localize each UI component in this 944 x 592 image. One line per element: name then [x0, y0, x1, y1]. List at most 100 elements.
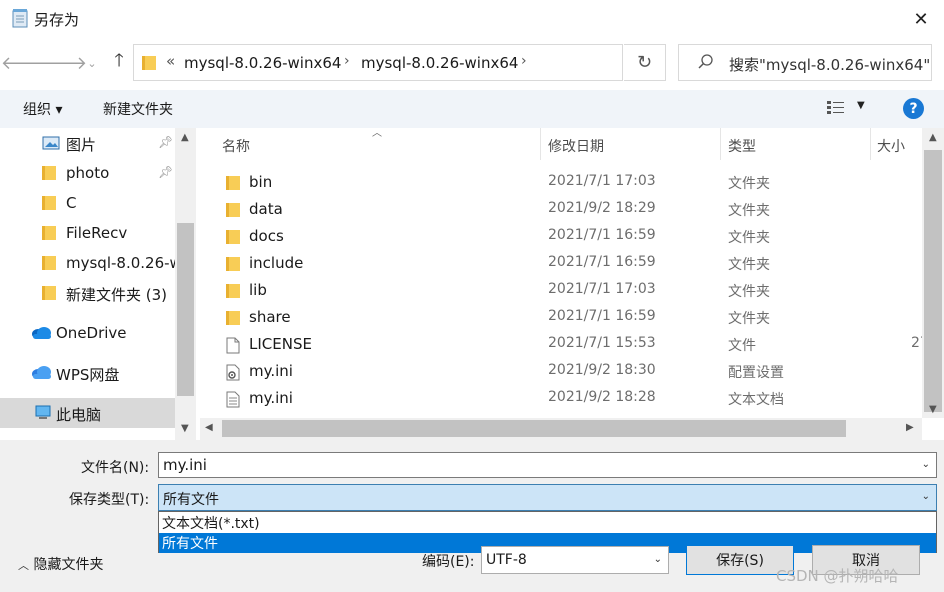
back-button[interactable]: 🡐	[1, 50, 49, 76]
nav-item-photo[interactable]: photo 📌︎	[0, 158, 175, 188]
file-name: LICENSE	[249, 335, 312, 353]
file-name: my.ini	[249, 389, 293, 407]
nav-item-label: mysql-8.0.26-winx64	[66, 254, 175, 272]
column-divider[interactable]	[720, 128, 721, 160]
nav-item-new-folder-3[interactable]: 新建文件夹 (3)	[0, 278, 175, 308]
filename-input[interactable]: my.ini ⌄	[158, 452, 937, 478]
filetype-option-txt[interactable]: 文本文档(*.txt)	[159, 513, 936, 533]
sort-ascending-icon: ︿	[372, 128, 382, 139]
horizontal-scrollbar-thumb[interactable]	[222, 420, 846, 437]
hide-folders-toggle[interactable]: ︿ 隐藏文件夹	[18, 554, 103, 574]
column-divider[interactable]	[870, 128, 871, 160]
nav-item-mysql[interactable]: mysql-8.0.26-winx64	[0, 248, 175, 278]
title-bar	[0, 0, 944, 38]
wps-cloud-icon	[32, 366, 51, 379]
folder-icon	[142, 56, 156, 70]
column-header-name[interactable]: 名称	[222, 136, 250, 156]
nav-item-filerecv[interactable]: FileRecv	[0, 218, 175, 248]
file-row[interactable]: my.ini 2021/9/2 18:30 配置设置	[222, 358, 922, 385]
nav-item-label: photo	[66, 164, 110, 182]
column-divider[interactable]	[540, 128, 541, 160]
file-row[interactable]: my.ini 2021/9/2 18:28 文本文档	[222, 385, 922, 412]
file-row[interactable]: share 2021/7/1 16:59 文件夹	[222, 304, 922, 331]
folder-icon	[226, 284, 240, 298]
scroll-left-icon[interactable]: ◀	[205, 422, 213, 433]
up-button[interactable]: 🡑	[104, 50, 134, 76]
new-folder-button[interactable]: 新建文件夹	[103, 99, 173, 119]
filetype-select[interactable]: 所有文件 ⌄	[158, 484, 937, 511]
text-file-icon	[226, 391, 240, 408]
notepad-icon	[12, 9, 28, 28]
folder-icon	[226, 176, 240, 190]
file-row[interactable]: lib 2021/7/1 17:03 文件夹	[222, 277, 922, 304]
file-row[interactable]: bin 2021/7/1 17:03 文件夹	[222, 169, 922, 196]
file-type: 文件夹	[728, 203, 770, 219]
scroll-up-icon[interactable]: ▲	[929, 132, 937, 143]
forward-button[interactable]: 🡒	[39, 50, 87, 76]
nav-item-label: FileRecv	[66, 224, 128, 242]
file-date: 2021/7/1 17:03	[548, 173, 656, 189]
organize-button[interactable]: 组织 ▾	[23, 99, 62, 119]
column-header-date[interactable]: 修改日期	[548, 136, 604, 156]
file-date: 2021/7/1 16:59	[548, 308, 656, 324]
nav-item-this-pc[interactable]: 此电脑	[0, 398, 175, 428]
column-header-type[interactable]: 类型	[728, 136, 756, 156]
folder-icon	[42, 256, 56, 270]
nav-item-label: WPS网盘	[56, 366, 120, 384]
pin-icon: 📌︎	[158, 135, 174, 149]
watermark-text: CSDN @扑朔哈哈	[776, 567, 899, 585]
nav-item-pictures[interactable]: 图片 📌︎	[0, 128, 175, 158]
refresh-icon: ↻	[636, 52, 653, 73]
nav-item-onedrive[interactable]: OneDrive	[0, 318, 175, 348]
caret-down-icon[interactable]: ▼	[857, 100, 865, 111]
encoding-label: 编码(E):	[422, 554, 475, 570]
file-row[interactable]: include 2021/7/1 16:59 文件夹	[222, 250, 922, 277]
scroll-down-icon[interactable]: ▼	[929, 404, 937, 415]
breadcrumb-item[interactable]: mysql-8.0.26-winx64	[361, 54, 518, 72]
refresh-button[interactable]: ↻	[624, 44, 666, 81]
file-type: 文件	[728, 338, 756, 354]
scroll-down-icon[interactable]: ▼	[181, 423, 189, 434]
chevron-down-icon: ⌄	[87, 56, 97, 70]
column-header-size[interactable]: 大小	[877, 136, 905, 156]
nav-item-label: 图片	[66, 136, 97, 154]
nav-item-c[interactable]: C	[0, 188, 175, 218]
onedrive-icon	[32, 327, 51, 339]
filetype-value: 所有文件	[163, 492, 219, 508]
search-input[interactable]: 搜索"mysql-8.0.26-winx64"	[678, 44, 932, 81]
file-row[interactable]: docs 2021/7/1 16:59 文件夹	[222, 223, 922, 250]
help-icon[interactable]: ?	[903, 98, 924, 119]
file-name: data	[249, 200, 283, 218]
chevron-down-icon[interactable]: ⌄	[922, 459, 930, 470]
folder-icon	[226, 257, 240, 271]
file-date: 2021/7/1 15:53	[548, 335, 656, 351]
close-button[interactable]: ✕	[898, 0, 944, 38]
scroll-up-icon[interactable]: ▲	[181, 132, 189, 143]
file-row[interactable]: LICENSE 2021/7/1 15:53 文件 27	[222, 331, 929, 358]
nav-item-wps-cloud[interactable]: WPS网盘	[0, 358, 175, 388]
file-name: share	[249, 308, 291, 326]
this-pc-icon	[35, 405, 51, 419]
nav-scrollbar-thumb[interactable]	[177, 223, 194, 396]
file-type: 文件夹	[728, 311, 770, 327]
file-name: my.ini	[249, 362, 293, 380]
chevron-down-icon[interactable]: ⌄	[922, 491, 930, 502]
close-icon: ✕	[913, 8, 929, 30]
folder-icon	[42, 226, 56, 240]
file-name: lib	[249, 281, 267, 299]
view-details-icon[interactable]	[826, 100, 846, 116]
encoding-select[interactable]: UTF-8 ⌄	[481, 546, 669, 574]
address-bar[interactable]: « mysql-8.0.26-winx64 › mysql-8.0.26-win…	[133, 44, 742, 81]
vertical-scrollbar-thumb[interactable]	[924, 150, 942, 412]
file-type: 配置设置	[728, 365, 784, 381]
pictures-icon	[42, 136, 60, 150]
arrow-up-icon: 🡑	[114, 50, 124, 71]
recent-locations-button[interactable]: ⌄	[80, 50, 104, 76]
breadcrumb-item[interactable]: mysql-8.0.26-winx64	[184, 54, 341, 72]
scroll-right-icon[interactable]: ▶	[906, 422, 914, 433]
breadcrumb-separator[interactable]: ›	[521, 53, 527, 69]
breadcrumb-overflow[interactable]: «	[166, 52, 175, 70]
breadcrumb-separator[interactable]: ›	[344, 53, 350, 69]
file-row[interactable]: data 2021/9/2 18:29 文件夹	[222, 196, 922, 223]
folder-icon	[226, 203, 240, 217]
